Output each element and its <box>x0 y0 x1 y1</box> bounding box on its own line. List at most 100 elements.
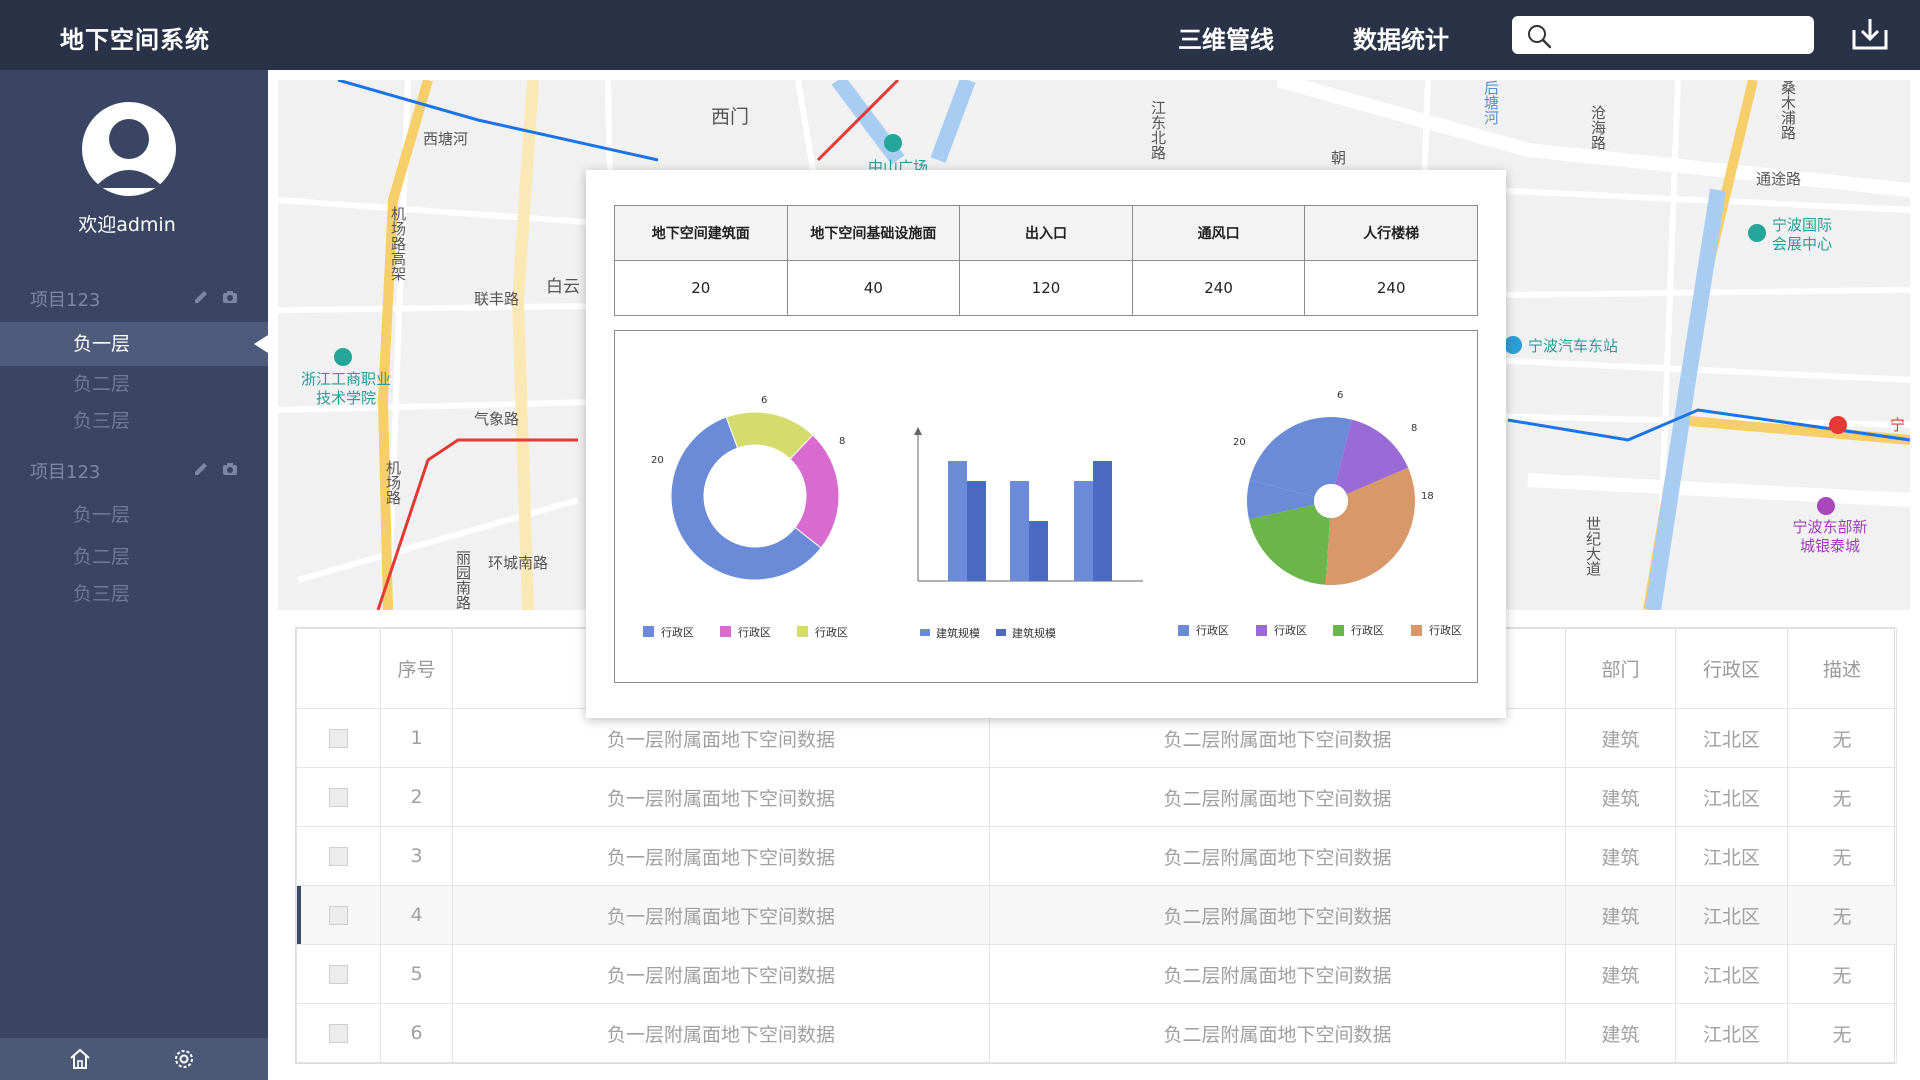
nav-data-statistics[interactable]: 数据统计 <box>1353 20 1449 55</box>
stats-table: 地下空间建筑面 地下空间基础设施面 出入口 通风口 人行楼梯 20 40 120… <box>614 205 1478 316</box>
cell-description: 无 <box>1787 944 1897 1004</box>
legend-label: 建筑规模 <box>936 626 980 640</box>
camera-icon[interactable] <box>221 460 239 478</box>
project-label[interactable]: 项目123 <box>30 458 100 484</box>
cell-department: 建筑 <box>1565 708 1676 768</box>
poi-marker <box>1829 416 1847 434</box>
search-icon[interactable] <box>1526 23 1552 49</box>
cell-b: 负二层附属面地下空间数据 <box>989 826 1566 886</box>
cell-index: 4 <box>380 885 453 945</box>
floor-item[interactable]: 负一层 <box>0 495 268 535</box>
search-input[interactable] <box>1562 22 1802 48</box>
row-checkbox[interactable] <box>329 906 348 925</box>
map-label: 宁波汽车东站 <box>1528 337 1619 355</box>
cell-a: 负一层附属面地下空间数据 <box>452 885 990 945</box>
top-header: 地下空间系统 三维管线 数据统计 <box>0 0 1920 70</box>
stat-header: 地下空间基础设施面 <box>786 205 961 261</box>
pie-data-label: 20 <box>1233 437 1246 448</box>
camera-icon[interactable] <box>221 288 239 306</box>
legend-label: 行政区 <box>815 625 848 639</box>
header-district[interactable]: 行政区 <box>1675 628 1788 709</box>
poi-marker <box>1817 497 1835 515</box>
donut-data-label: 8 <box>839 436 845 447</box>
settings-icon[interactable] <box>172 1047 196 1071</box>
map-label: 朝 <box>1329 150 1347 165</box>
nav-3d-pipeline[interactable]: 三维管线 <box>1178 20 1274 55</box>
cell-a: 负一层附属面地下空间数据 <box>452 767 990 827</box>
map-label: 机场路高架 <box>389 206 407 281</box>
poi-marker <box>1748 224 1766 242</box>
row-checkbox[interactable] <box>329 788 348 807</box>
floor-item[interactable]: 负三层 <box>0 401 268 441</box>
donut-data-label: 20 <box>651 455 664 466</box>
table-row[interactable]: 2 负一层附属面地下空间数据 负二层附属面地下空间数据 建筑 江北区 无 <box>296 767 1897 827</box>
home-icon[interactable] <box>68 1047 92 1071</box>
legend-label: 行政区 <box>661 625 694 639</box>
row-checkbox[interactable] <box>329 847 348 866</box>
legend-label: 行政区 <box>1274 623 1307 637</box>
map-label: 机场路 <box>384 460 402 505</box>
header-index[interactable]: 序号 <box>380 628 453 709</box>
map-label: 后塘河 <box>1482 80 1500 125</box>
cell-department: 建筑 <box>1565 944 1676 1004</box>
row-checkbox[interactable] <box>329 1024 348 1043</box>
legend-swatch <box>643 626 654 637</box>
cell-description: 无 <box>1787 708 1897 768</box>
table-row-selected[interactable]: 4 负一层附属面地下空间数据 负二层附属面地下空间数据 建筑 江北区 无 <box>296 885 1897 945</box>
floor-item[interactable]: 负二层 <box>0 364 268 404</box>
welcome-text: 欢迎admin <box>78 214 176 236</box>
stat-header: 人行楼梯 <box>1304 205 1478 261</box>
cell-index: 5 <box>380 944 453 1004</box>
statistics-popup: 地下空间建筑面 地下空间基础设施面 出入口 通风口 人行楼梯 20 40 120… <box>586 170 1506 718</box>
cell-index: 2 <box>380 767 453 827</box>
cell-a: 负一层附属面地下空间数据 <box>452 1003 990 1063</box>
floor-item[interactable]: 负二层 <box>0 537 268 577</box>
floor-item[interactable]: 负三层 <box>0 574 268 614</box>
sidebar-footer <box>0 1038 268 1080</box>
pie-data-label: 8 <box>1411 423 1417 434</box>
project-label[interactable]: 项目123 <box>30 286 100 312</box>
table-row[interactable]: 6 负一层附属面地下空间数据 负二层附属面地下空间数据 建筑 江北区 无 <box>296 1003 1897 1063</box>
map-label: 通途路 <box>1756 170 1802 188</box>
download-icon[interactable] <box>1850 16 1890 52</box>
pie-hole <box>1314 484 1348 518</box>
legend-swatch <box>996 629 1006 636</box>
legend-swatch <box>720 626 731 637</box>
table-row[interactable]: 3 负一层附属面地下空间数据 负二层附属面地下空间数据 建筑 江北区 无 <box>296 826 1897 886</box>
header-description[interactable]: 描述 <box>1787 628 1897 709</box>
cell-district: 江北区 <box>1675 767 1788 827</box>
bar <box>1093 461 1112 581</box>
map-label: 西门 <box>711 106 750 128</box>
map-label: 世纪大道 <box>1584 516 1602 576</box>
active-indicator <box>254 335 268 353</box>
floor-item-active[interactable]: 负一层 <box>0 322 268 366</box>
map-label: 宁波东部新城银泰城 <box>1792 518 1868 555</box>
row-checkbox[interactable] <box>329 729 348 748</box>
cell-b: 负二层附属面地下空间数据 <box>989 767 1566 827</box>
cell-department: 建筑 <box>1565 1003 1676 1063</box>
poi-marker <box>1504 336 1522 354</box>
edit-icon[interactable] <box>192 288 210 306</box>
cell-district: 江北区 <box>1675 708 1788 768</box>
legend-swatch <box>920 629 930 636</box>
header-department[interactable]: 部门 <box>1565 628 1676 709</box>
legend-swatch <box>1256 625 1267 636</box>
map-label: 丽园南路 <box>454 550 472 610</box>
bar <box>1010 481 1029 581</box>
map-label: 江东北路 <box>1149 100 1167 160</box>
row-checkbox[interactable] <box>329 965 348 984</box>
cell-index: 1 <box>380 708 453 768</box>
pie-data-label: 6 <box>1337 390 1343 401</box>
stat-header: 地下空间建筑面 <box>614 205 788 261</box>
map-label: 宁波国际会展中心 <box>1772 216 1833 253</box>
edit-icon[interactable] <box>192 460 210 478</box>
cell-department: 建筑 <box>1565 826 1676 886</box>
bar <box>948 461 967 581</box>
legend-label: 行政区 <box>738 625 771 639</box>
cell-a: 负一层附属面地下空间数据 <box>452 944 990 1004</box>
search-box[interactable] <box>1512 16 1814 54</box>
cell-description: 无 <box>1787 1003 1897 1063</box>
cell-district: 江北区 <box>1675 826 1788 886</box>
avatar[interactable] <box>82 102 176 196</box>
table-row[interactable]: 5 负一层附属面地下空间数据 负二层附属面地下空间数据 建筑 江北区 无 <box>296 944 1897 1004</box>
